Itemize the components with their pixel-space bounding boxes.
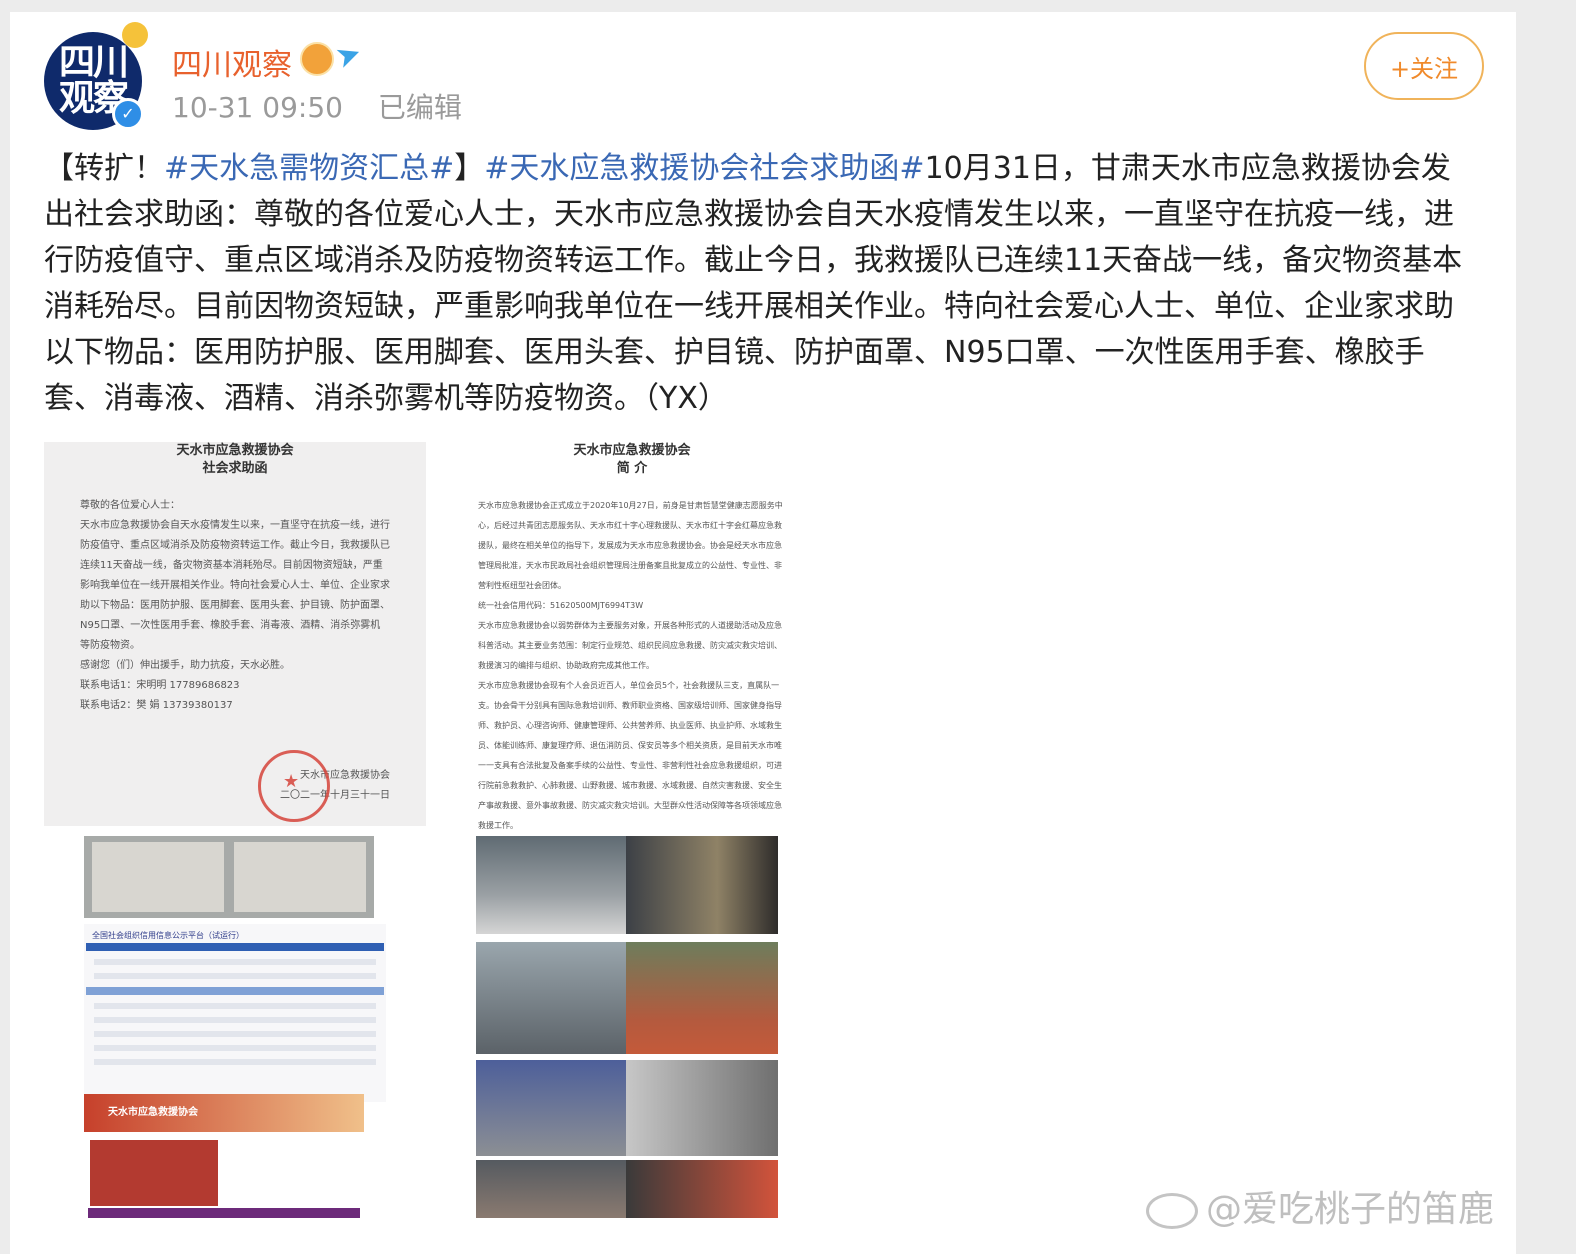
- watermark: @爱吃桃子的笛鹿: [1145, 1180, 1494, 1232]
- photo-banner-team[interactable]: [626, 1160, 778, 1218]
- medal-icon: [300, 42, 334, 76]
- edited-label: 已编辑: [377, 91, 462, 124]
- photo-track-team[interactable]: [626, 942, 778, 1054]
- hashtag-link[interactable]: #天水应急救援协会社会求助函#: [484, 151, 924, 186]
- image-certificates[interactable]: [84, 836, 374, 918]
- photo-worker-corridor[interactable]: [626, 1060, 778, 1156]
- web-navbar: [86, 943, 384, 951]
- image-association-banner[interactable]: 天水市应急救援协会: [84, 1094, 364, 1218]
- photo-sprayer[interactable]: [476, 1060, 626, 1156]
- weibo-post-card: 四川 观察 ✓ 四川观察 ➤ 10-31 09:50 已编辑 +关注 【转扩！#…: [10, 12, 1516, 1254]
- certificate: [234, 842, 366, 912]
- post-time: 10-31 09:50: [172, 91, 343, 124]
- photo-hallway-disinfection[interactable]: [626, 836, 778, 934]
- avatar[interactable]: 四川 观察 ✓: [44, 22, 148, 130]
- paper-plane-icon: ➤: [330, 34, 367, 77]
- image-registration-page[interactable]: 全国社会组织信用信息公示平台（试运行）: [84, 924, 386, 1102]
- post-meta: 10-31 09:50 已编辑: [172, 86, 462, 126]
- photo-tents[interactable]: [476, 942, 626, 1054]
- letter-body: 尊敬的各位爱心人士： 天水市应急救援协会自天水疫情发生以来，一直坚守在抗疫一线，…: [80, 500, 390, 801]
- follow-button[interactable]: +关注: [1364, 32, 1484, 100]
- sun-icon: [122, 22, 148, 48]
- team-photo: [90, 1140, 218, 1206]
- certificate: [92, 842, 224, 912]
- hashtag-link[interactable]: #天水急需物资汇总#: [164, 151, 454, 186]
- photo-street[interactable]: [476, 1160, 626, 1218]
- image-introduction[interactable]: 天水市应急救援协会 简 介 天水市应急救援协会正式成立于2020年10月27日，…: [476, 442, 788, 830]
- image-request-letter[interactable]: 天水市应急救援协会 社会求助函 尊敬的各位爱心人士： 天水市应急救援协会自天水疫…: [44, 442, 426, 826]
- intro-body: 天水市应急救援协会正式成立于2020年10月27日，前身是甘肃哲慧堂健康志愿服务…: [478, 501, 783, 830]
- verified-badge-icon: ✓: [112, 98, 144, 130]
- weibo-logo-icon: [1145, 1193, 1198, 1229]
- username[interactable]: 四川观察: [172, 40, 292, 84]
- red-seal-stamp: [258, 750, 330, 822]
- photo-ambulance-team[interactable]: [476, 836, 626, 934]
- post-text: 【转扩！#天水急需物资汇总#】#天水应急救援协会社会求助函#10月31日，甘肃天…: [44, 151, 1463, 416]
